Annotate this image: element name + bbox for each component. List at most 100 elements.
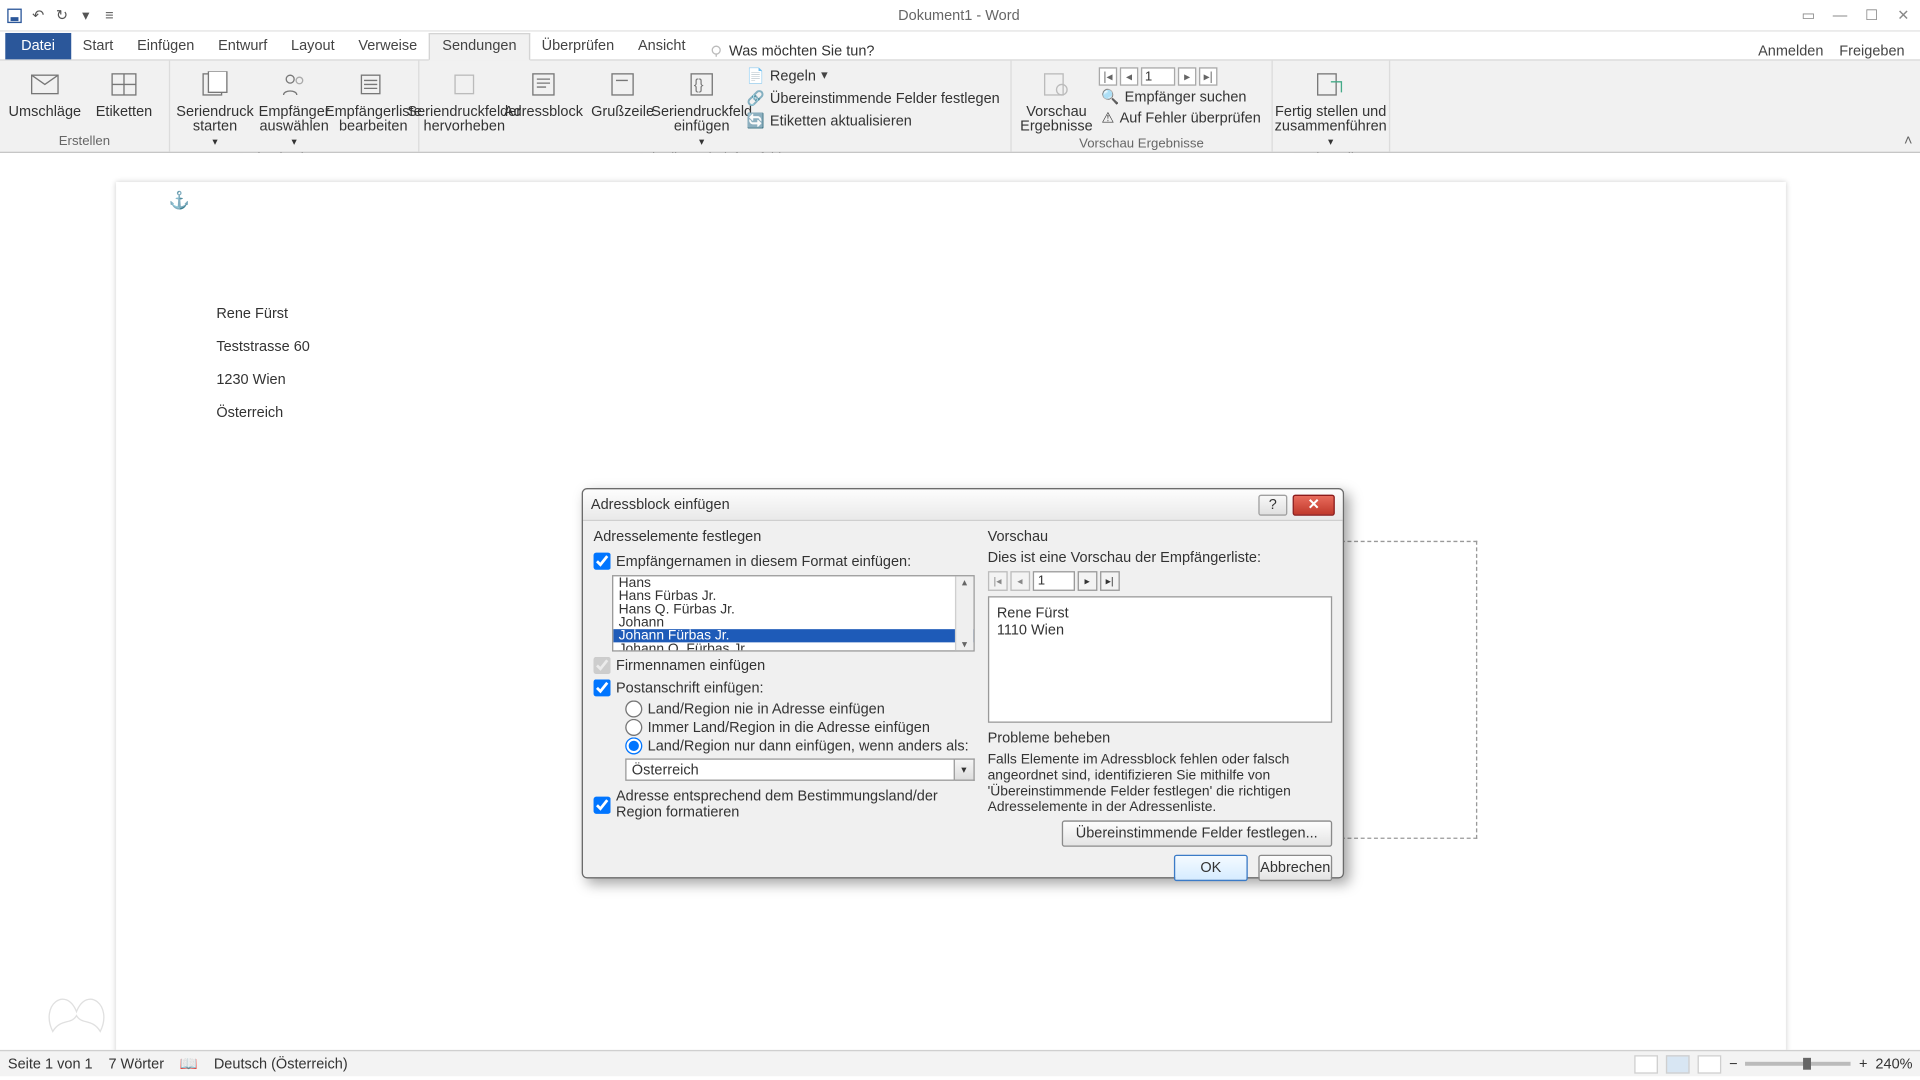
- dialog-help-button[interactable]: ?: [1258, 494, 1287, 515]
- list-item[interactable]: Hans Q. Fürbas Jr.: [613, 603, 973, 616]
- tab-einfuegen[interactable]: Einfügen: [125, 34, 206, 59]
- last-record-icon[interactable]: ▸|: [1199, 67, 1217, 85]
- ribbon-tabs: Datei Start Einfügen Entwurf Layout Verw…: [0, 32, 1920, 61]
- tab-entwurf[interactable]: Entwurf: [206, 34, 279, 59]
- window-controls: ▭ — ☐ ✕: [1794, 5, 1920, 26]
- country-combo[interactable]: ▾: [625, 758, 974, 780]
- maximize-icon[interactable]: ☐: [1857, 5, 1886, 26]
- view-read-icon[interactable]: [1634, 1055, 1658, 1073]
- section-problems: Probleme beheben: [988, 731, 1333, 747]
- qat-more-icon[interactable]: ≡: [100, 6, 118, 24]
- preview-box: Rene Fürst 1110 Wien: [988, 596, 1333, 723]
- group-label-vorschau: Vorschau Ergebnisse: [1079, 135, 1204, 155]
- tab-file[interactable]: Datei: [5, 33, 71, 59]
- view-web-icon[interactable]: [1698, 1055, 1722, 1073]
- radio-never-country[interactable]: Land/Region nie in Adresse einfügen: [625, 700, 974, 717]
- record-number-input[interactable]: [1141, 67, 1175, 85]
- btn-felder-hervorheben[interactable]: Seriendruckfelder hervorheben: [427, 63, 501, 134]
- qat-dropdown-icon[interactable]: ▾: [77, 6, 95, 24]
- match-fields-icon: 🔗: [747, 90, 765, 107]
- listbox-scrollbar[interactable]: ▴▾: [955, 576, 973, 650]
- prev-record-icon[interactable]: ◂: [1120, 67, 1138, 85]
- preview-prev-icon[interactable]: ◂: [1010, 571, 1030, 591]
- error-check-icon: ⚠: [1101, 109, 1114, 126]
- butterfly-watermark: [40, 979, 119, 1042]
- btn-etiketten[interactable]: Etiketten: [87, 63, 161, 120]
- status-language[interactable]: Deutsch (Österreich): [214, 1056, 348, 1072]
- preview-last-icon[interactable]: ▸|: [1100, 571, 1120, 591]
- btn-match-fields[interactable]: Übereinstimmende Felder festlegen...: [1061, 820, 1332, 846]
- group-vorschau-ergebnisse: Vorschau Ergebnisse |◂ ◂ ▸ ▸| 🔍Empfänger…: [1012, 61, 1273, 152]
- btn-fehler-pruefen[interactable]: ⚠Auf Fehler überprüfen: [1099, 108, 1264, 128]
- save-icon[interactable]: [5, 6, 23, 24]
- dialog-close-button[interactable]: ✕: [1293, 494, 1335, 515]
- svg-text:{}: {}: [694, 78, 704, 94]
- chk-company-name: Firmennamen einfügen: [594, 657, 975, 674]
- tab-layout[interactable]: Layout: [279, 34, 346, 59]
- finish-merge-icon: [1312, 66, 1349, 103]
- tell-me-label: Was möchten Sie tun?: [729, 44, 874, 60]
- chk-format-by-destination[interactable]: Adresse entsprechend dem Bestimmungsland…: [594, 789, 975, 821]
- sign-in-link[interactable]: Anmelden: [1758, 44, 1823, 60]
- first-record-icon[interactable]: |◂: [1099, 67, 1117, 85]
- cancel-button[interactable]: Abbrechen: [1258, 855, 1332, 881]
- addressblock-icon: [525, 66, 562, 103]
- radio-diff-country[interactable]: Land/Region nur dann einfügen, wenn ande…: [625, 737, 974, 754]
- edit-list-icon: [355, 66, 392, 103]
- anchor-icon: ⚓: [169, 190, 190, 211]
- collapse-ribbon-icon[interactable]: ˄: [1896, 131, 1920, 152]
- btn-fertig-stellen[interactable]: Fertig stellen und zusammenführen▾: [1281, 63, 1381, 149]
- status-words[interactable]: 7 Wörter: [108, 1056, 164, 1072]
- share-button[interactable]: Freigeben: [1839, 44, 1904, 60]
- scroll-down-icon[interactable]: ▾: [962, 638, 967, 650]
- zoom-out-icon[interactable]: −: [1729, 1056, 1737, 1072]
- btn-adressblock[interactable]: Adressblock: [506, 63, 580, 120]
- close-icon[interactable]: ✕: [1889, 5, 1918, 26]
- zoom-level[interactable]: 240%: [1875, 1056, 1912, 1072]
- status-page[interactable]: Seite 1 von 1: [8, 1056, 93, 1072]
- zoom-slider[interactable]: [1746, 1062, 1852, 1066]
- btn-seriendruckfeld-einfuegen[interactable]: {}Seriendruckfeld einfügen▾: [665, 63, 739, 149]
- preview-first-icon[interactable]: |◂: [988, 571, 1008, 591]
- tab-verweise[interactable]: Verweise: [346, 34, 429, 59]
- next-record-icon[interactable]: ▸: [1178, 67, 1196, 85]
- tell-me[interactable]: Was möchten Sie tun?: [708, 44, 875, 60]
- update-labels-icon: 🔄: [747, 112, 765, 129]
- preview-hint: Dies ist eine Vorschau der Empfängerlist…: [988, 550, 1333, 566]
- chk-postal-address[interactable]: Postanschrift einfügen:: [594, 679, 975, 696]
- btn-umschlaege[interactable]: Umschläge: [8, 63, 82, 120]
- tab-ansicht[interactable]: Ansicht: [626, 34, 697, 59]
- btn-felder-festlegen[interactable]: 🔗Übereinstimmende Felder festlegen: [744, 88, 1002, 108]
- tab-ueberpruefen[interactable]: Überprüfen: [530, 34, 626, 59]
- minimize-icon[interactable]: —: [1825, 5, 1854, 26]
- ribbon-options-icon[interactable]: ▭: [1794, 5, 1823, 26]
- view-print-icon[interactable]: [1666, 1055, 1690, 1073]
- btn-empfaenger-auswaehlen[interactable]: Empfänger auswählen▾: [257, 63, 331, 149]
- chk-recipient-name[interactable]: Empfängernamen in diesem Format einfügen…: [594, 553, 975, 570]
- zoom-in-icon[interactable]: +: [1859, 1056, 1867, 1072]
- labels-icon: [106, 66, 143, 103]
- record-navigation: |◂ ◂ ▸ ▸|: [1099, 65, 1264, 86]
- btn-empfaengerliste-bearbeiten[interactable]: Empfängerliste bearbeiten: [336, 63, 410, 134]
- scroll-up-icon[interactable]: ▴: [962, 576, 967, 588]
- tab-start[interactable]: Start: [71, 34, 125, 59]
- redo-icon[interactable]: ↻: [53, 6, 71, 24]
- btn-vorschau-ergebnisse[interactable]: Vorschau Ergebnisse: [1020, 63, 1094, 134]
- preview-next-icon[interactable]: ▸: [1077, 571, 1097, 591]
- preview-record-input[interactable]: [1032, 571, 1074, 591]
- tab-sendungen[interactable]: Sendungen: [429, 33, 530, 61]
- preview-icon: [1038, 66, 1075, 103]
- btn-seriendruck-starten[interactable]: Seriendruck starten▾: [178, 63, 252, 149]
- undo-icon[interactable]: ↶: [29, 6, 47, 24]
- combo-dropdown-icon[interactable]: ▾: [955, 758, 975, 780]
- status-proofing-icon[interactable]: 📖: [180, 1055, 198, 1072]
- name-format-listbox[interactable]: Hans Hans Fürbas Jr. Hans Q. Fürbas Jr. …: [612, 575, 974, 652]
- ok-button[interactable]: OK: [1174, 855, 1248, 881]
- dialog-titlebar[interactable]: Adressblock einfügen ? ✕: [583, 489, 1343, 521]
- list-item[interactable]: Johann Q. Fürbas Jr.: [613, 642, 973, 651]
- btn-regeln[interactable]: 📄Regeln ▾: [744, 66, 1002, 86]
- country-input[interactable]: [625, 758, 954, 780]
- group-erstellen: Umschläge Etiketten Erstellen: [0, 61, 170, 152]
- btn-grusszeile[interactable]: Grußzeile: [586, 63, 660, 120]
- radio-always-country[interactable]: Immer Land/Region in die Adresse einfüge…: [625, 719, 974, 736]
